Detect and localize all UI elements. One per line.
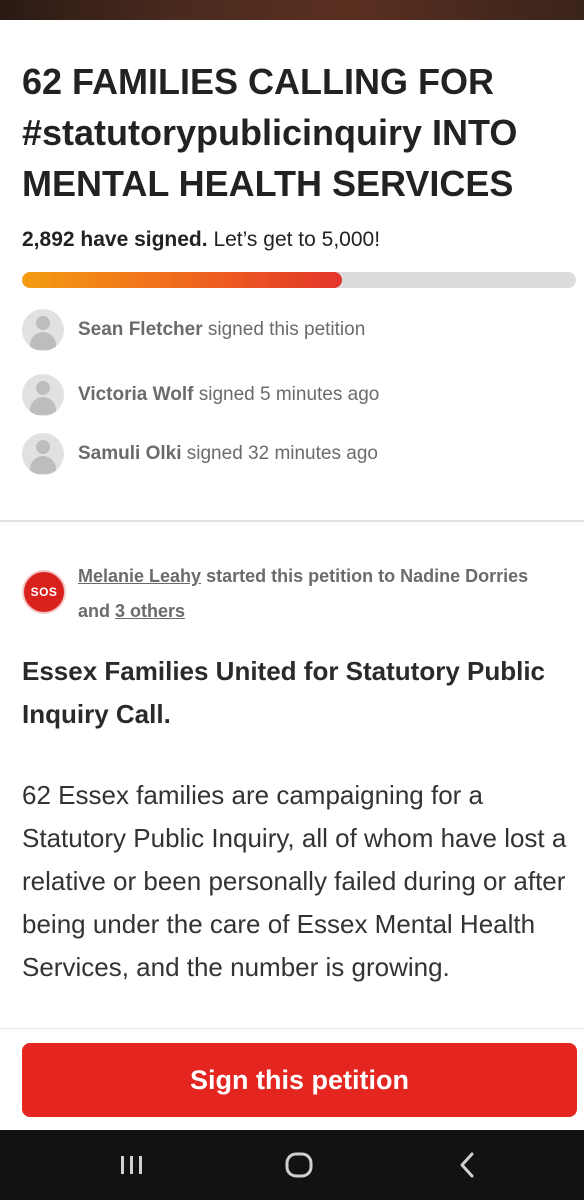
signature-progress-bar: [22, 272, 576, 288]
section-divider: [0, 520, 584, 522]
petition-heading: Essex Families United for Statutory Publ…: [22, 656, 546, 729]
petition-body: 62 Essex families are campaigning for a …: [22, 780, 567, 982]
starter-name-link[interactable]: Melanie Leahy: [78, 566, 201, 586]
others-link[interactable]: 3 others: [115, 601, 185, 621]
recent-signer: Sean Fletcher signed this petition: [22, 309, 365, 351]
sign-petition-button[interactable]: Sign this petition: [22, 1043, 577, 1117]
avatar: [22, 374, 64, 416]
petition-title: 62 FAMILIES CALLING FOR #statutorypublic…: [22, 61, 518, 204]
android-nav-bar: [0, 1130, 584, 1200]
recents-icon[interactable]: [112, 1150, 152, 1180]
goal-text: Let’s get to 5,000!: [213, 228, 381, 251]
signature-summary: 2,892 have signed. Let’s get to 5,000!: [22, 226, 380, 254]
recent-signer: Samuli Olki signed 32 minutes ago: [22, 433, 378, 475]
starter-logo: SOS: [22, 570, 66, 614]
signer-name: Victoria Wolf: [78, 384, 194, 405]
signer-name: Sean Fletcher: [78, 319, 203, 340]
signer-action: signed 32 minutes ago: [186, 443, 378, 464]
avatar: [22, 433, 64, 475]
back-icon[interactable]: [447, 1150, 487, 1180]
recent-signer: Victoria Wolf signed 5 minutes ago: [22, 374, 379, 416]
signed-count: 2,892 have signed.: [22, 228, 208, 251]
signer-name: Samuli Olki: [78, 443, 182, 464]
home-icon[interactable]: [279, 1150, 319, 1180]
top-image-strip: [0, 0, 584, 20]
avatar: [22, 309, 64, 351]
signature-progress-fill: [22, 272, 343, 288]
signer-action: signed this petition: [207, 319, 366, 340]
signer-action: signed 5 minutes ago: [198, 384, 380, 405]
petition-starter-line: Melanie Leahy started this petition to N…: [78, 559, 548, 629]
